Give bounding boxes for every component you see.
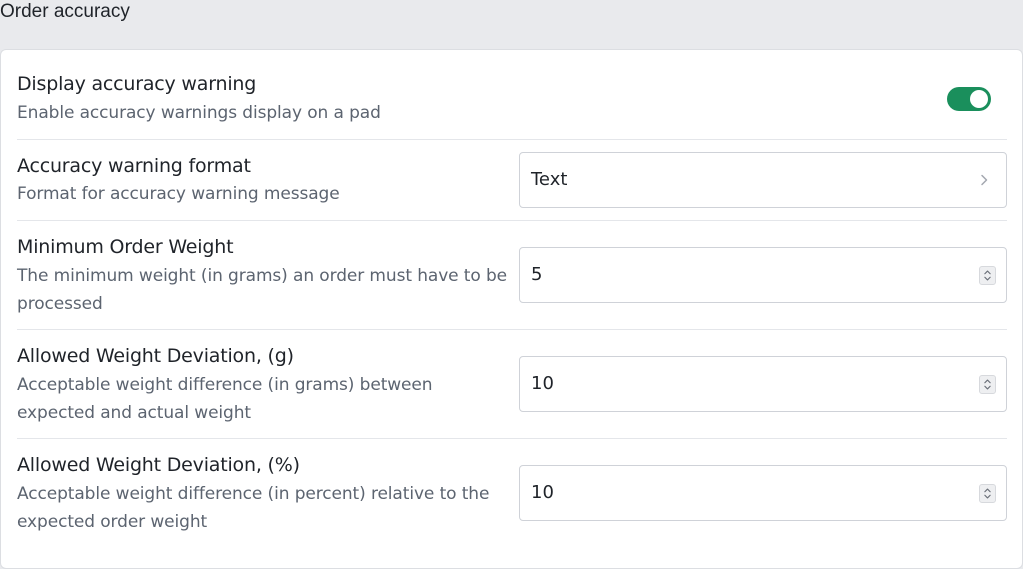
- setting-description-line: Acceptable weight difference (in percent…: [17, 484, 490, 504]
- setting-label: Display accuracy warning: [17, 73, 257, 95]
- setting-description-line: expected and actual weight: [17, 403, 251, 423]
- setting-label: Minimum Order Weight: [17, 236, 234, 258]
- spinner-arrows-icon[interactable]: [979, 375, 996, 394]
- setting-description: Enable accuracy warnings display on a pa…: [17, 103, 381, 123]
- input-value: 10: [531, 373, 554, 394]
- setting-description-line: Acceptable weight difference (in grams) …: [17, 375, 433, 395]
- settings-card: Display accuracy warning Enable accuracy…: [0, 49, 1023, 569]
- setting-allowed-weight-deviation-percent: Allowed Weight Deviation, (%) Acceptable…: [17, 438, 1007, 547]
- setting-description-line: processed: [17, 294, 103, 314]
- setting-description: Format for accuracy warning message: [17, 184, 340, 204]
- setting-accuracy-warning-format: Accuracy warning format Format for accur…: [17, 139, 1007, 220]
- section-title: Order accuracy: [0, 1, 130, 22]
- select-value: Text: [531, 169, 568, 190]
- setting-description-line: expected order weight: [17, 512, 208, 532]
- toggle-knob: [970, 90, 988, 108]
- input-value: 10: [531, 482, 554, 503]
- warning-format-select[interactable]: Text: [519, 152, 1007, 208]
- input-value: 5: [531, 264, 543, 285]
- spinner-arrows-icon[interactable]: [979, 484, 996, 503]
- chevron-right-icon: [981, 174, 988, 186]
- setting-label: Allowed Weight Deviation, (%): [17, 454, 300, 476]
- accuracy-warning-toggle[interactable]: [947, 87, 991, 111]
- setting-allowed-weight-deviation-g: Allowed Weight Deviation, (g) Acceptable…: [17, 329, 1007, 438]
- setting-display-accuracy-warning: Display accuracy warning Enable accuracy…: [17, 72, 1007, 139]
- setting-description-line: The minimum weight (in grams) an order m…: [17, 266, 508, 286]
- setting-minimum-order-weight: Minimum Order Weight The minimum weight …: [17, 220, 1007, 329]
- setting-label: Accuracy warning format: [17, 155, 251, 177]
- weight-deviation-grams-input[interactable]: 10: [519, 356, 1007, 412]
- setting-label: Allowed Weight Deviation, (g): [17, 345, 294, 367]
- minimum-order-weight-input[interactable]: 5: [519, 247, 1007, 303]
- weight-deviation-percent-input[interactable]: 10: [519, 465, 1007, 521]
- spinner-arrows-icon[interactable]: [979, 266, 996, 285]
